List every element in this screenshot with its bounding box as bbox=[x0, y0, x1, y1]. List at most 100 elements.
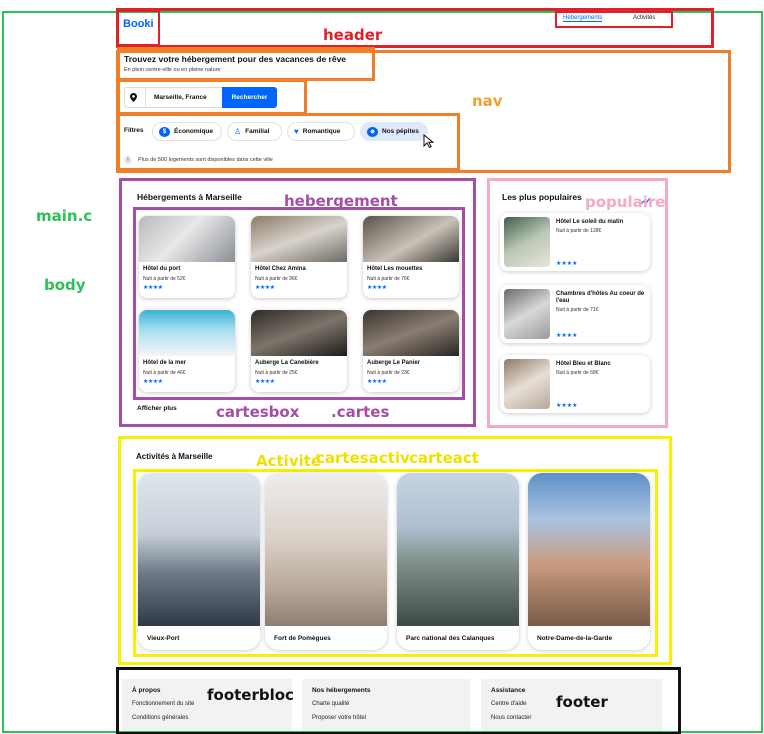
rating-stars-icon: ★★★★ bbox=[143, 285, 163, 291]
annotation-carteact: carteact bbox=[409, 449, 479, 467]
mouse-cursor-icon bbox=[423, 133, 435, 153]
rating-stars-icon: ★★★★ bbox=[367, 379, 387, 385]
filter-nos-pepites[interactable]: ◆ Nos pépites bbox=[360, 122, 428, 141]
location-pin-icon bbox=[130, 93, 137, 104]
hebergements-title: Hébergements à Marseille bbox=[137, 192, 242, 202]
popular-price: Nuit à partir de 128€ bbox=[556, 228, 602, 234]
activite-card[interactable]: Parc national des Calanques bbox=[397, 473, 519, 650]
footer-bloc-hebergements: Nos hébergements Charte qualité Proposer… bbox=[302, 679, 470, 731]
activite-photo bbox=[138, 473, 260, 626]
annotation-footerbloc: footerbloc bbox=[207, 686, 294, 704]
hebergement-photo bbox=[363, 216, 459, 262]
filters-info-text: Plus de 500 logements sont disponibles d… bbox=[138, 157, 273, 163]
annotation-cartesactiv: cartesactiv bbox=[316, 449, 410, 467]
filter-romantique[interactable]: ♥ Romantique bbox=[287, 122, 355, 141]
hebergement-name: Hôtel Chez Amina bbox=[255, 266, 306, 272]
hebergement-card[interactable]: Hôtel Les mouettes Nuit à partir de 76€ ★★… bbox=[363, 216, 459, 298]
hebergement-photo bbox=[363, 310, 459, 356]
popular-card[interactable]: Chambres d'hôtes Au coeur de l'eau Nuit à… bbox=[500, 285, 650, 343]
filter-economique[interactable]: $ Économique bbox=[152, 122, 222, 141]
hebergement-card[interactable]: Hôtel du port Nuit à partir de 52€ ★★★★ bbox=[139, 216, 235, 298]
heart-icon: ♥ bbox=[294, 127, 299, 136]
footer-link[interactable]: Centre d'aide bbox=[491, 701, 527, 707]
hebergement-price: Nuit à partir de 23€ bbox=[367, 370, 410, 376]
hebergement-card[interactable]: Hôtel de la mer Nuit à partir de 46€ ★★★★ bbox=[139, 310, 235, 392]
activite-card[interactable]: Notre-Dame-de-la-Garde bbox=[528, 473, 650, 650]
filter-label: Familial bbox=[245, 128, 270, 135]
popular-photo bbox=[504, 289, 550, 339]
annotation-main: main.c bbox=[36, 207, 93, 225]
activites-title: Activités à Marseille bbox=[136, 452, 213, 461]
hebergement-name: Hôtel de la mer bbox=[143, 360, 187, 366]
footer-link[interactable]: Fonctionnement du site bbox=[132, 701, 194, 707]
hebergement-card[interactable]: Hôtel Chez Amina Nuit à partir de 96€ ★★★★ bbox=[251, 216, 347, 298]
hebergement-photo bbox=[251, 216, 347, 262]
rating-stars-icon: ★★★★ bbox=[255, 285, 275, 291]
popular-card[interactable]: Hôtel Le soleil du matin Nuit à partir de… bbox=[500, 213, 650, 271]
hebergement-card[interactable]: Auberge Le Panier Nuit à partir de 23€ ★★★… bbox=[363, 310, 459, 392]
hebergement-photo bbox=[139, 216, 235, 262]
annotation-nav: nav bbox=[472, 92, 503, 110]
annotation-body: body bbox=[44, 276, 86, 294]
search-divider bbox=[145, 88, 146, 107]
filters-label: Filtres bbox=[124, 127, 144, 134]
hebergement-name: Auberge Le Panier bbox=[367, 360, 421, 366]
hero-outline bbox=[117, 47, 375, 81]
footer-heading: Assistance bbox=[491, 687, 526, 694]
footer-link[interactable]: Charte qualité bbox=[312, 701, 349, 707]
footer-heading: À propos bbox=[132, 687, 161, 694]
annotation-hebergement: hebergement bbox=[284, 192, 398, 210]
popular-photo bbox=[504, 217, 550, 267]
filter-label: Nos pépites bbox=[382, 128, 419, 135]
hero-title: Trouvez votre hébergement pour des vacan… bbox=[124, 54, 347, 64]
hero-subtitle: En plein centre-ville ou en pleine natur… bbox=[124, 67, 221, 73]
activite-name: Vieux-Port bbox=[147, 635, 180, 642]
filter-label: Romantique bbox=[302, 128, 341, 135]
info-icon: i bbox=[124, 156, 132, 164]
rating-stars-icon: ★★★★ bbox=[556, 333, 578, 339]
activite-name: Notre-Dame-de-la-Garde bbox=[537, 635, 613, 642]
filter-familial[interactable]: ♙ Familial bbox=[227, 122, 282, 141]
popular-photo bbox=[504, 359, 550, 409]
popular-name: Hôtel Bleu et Blanc bbox=[556, 361, 611, 367]
hebergement-price: Nuit à partir de 46€ bbox=[143, 370, 186, 376]
hebergement-photo bbox=[251, 310, 347, 356]
hebergement-name: Hôtel Les mouettes bbox=[367, 266, 423, 272]
rating-stars-icon: ★★★★ bbox=[556, 261, 578, 267]
activite-card[interactable]: Vieux-Port bbox=[138, 473, 260, 650]
popular-name: Chambres d'hôtes Au coeur de l'eau bbox=[556, 291, 645, 304]
activite-name: Parc national des Calanques bbox=[406, 635, 495, 642]
logo[interactable]: Booki bbox=[123, 18, 154, 30]
footer-link[interactable]: Proposer votre hôtel bbox=[312, 715, 366, 721]
popular-card[interactable]: Hôtel Bleu et Blanc Nuit à partir de 68€ ★… bbox=[500, 355, 650, 413]
populaires-title: Les plus populaires bbox=[502, 192, 582, 202]
activite-photo bbox=[265, 473, 387, 626]
child-icon: ♙ bbox=[234, 127, 242, 136]
annotation-cartesbox: cartesbox bbox=[216, 403, 300, 421]
hebergement-name: Auberge La Canebière bbox=[255, 360, 319, 366]
search-button[interactable]: Rechercher bbox=[222, 87, 277, 108]
annotation-populaire: populaire bbox=[585, 193, 666, 211]
search-bar: Marseille, France Rechercher bbox=[124, 87, 277, 108]
rating-stars-icon: ★★★★ bbox=[255, 379, 275, 385]
rating-stars-icon: ★★★★ bbox=[556, 403, 578, 409]
activite-card[interactable]: Fort de Pomègues bbox=[265, 473, 387, 650]
show-more-link[interactable]: Afficher plus bbox=[137, 405, 177, 412]
footer-heading: Nos hébergements bbox=[312, 687, 371, 694]
annotation-activite: Activité bbox=[256, 452, 322, 470]
footer-link[interactable]: Nous contacter bbox=[491, 715, 531, 721]
search-location-input[interactable]: Marseille, France bbox=[154, 94, 207, 101]
rating-stars-icon: ★★★★ bbox=[367, 285, 387, 291]
popular-price: Nuit à partir de 71€ bbox=[556, 307, 599, 313]
nav-link-activites[interactable]: Activités bbox=[633, 15, 655, 21]
popular-price: Nuit à partir de 68€ bbox=[556, 370, 599, 376]
annotation-footer: footer bbox=[556, 693, 608, 711]
hebergement-price: Nuit à partir de 52€ bbox=[143, 276, 186, 282]
hebergement-price: Nuit à partir de 96€ bbox=[255, 276, 298, 282]
nav-link-hebergements[interactable]: Hébergements bbox=[563, 15, 603, 22]
activite-photo bbox=[397, 473, 519, 626]
footer-link[interactable]: Conditions générales bbox=[132, 715, 188, 721]
hebergement-card[interactable]: Auberge La Canebière Nuit à partir de 25€… bbox=[251, 310, 347, 392]
popular-name: Hôtel Le soleil du matin bbox=[556, 219, 624, 225]
annotation-header: header bbox=[323, 26, 383, 44]
